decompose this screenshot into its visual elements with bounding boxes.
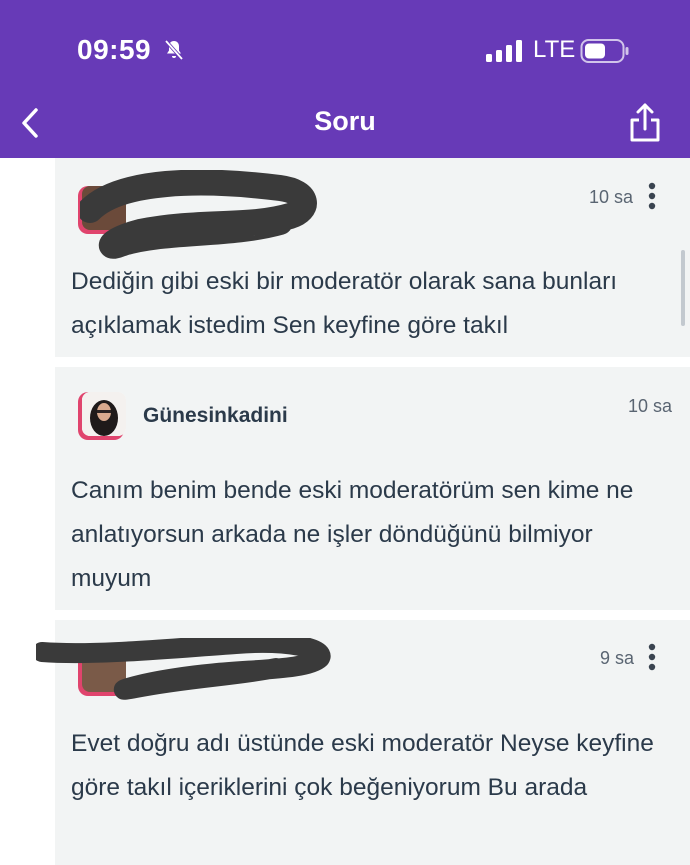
- network-label: LTE: [533, 36, 576, 63]
- avatar[interactable]: [78, 392, 126, 442]
- page-title: Soru: [314, 106, 376, 136]
- comment-card: Günesinkadini 10 sa Canım benim bende es…: [55, 367, 690, 610]
- comment-text: Dediğin gibi eski bir moderatör olarak s…: [71, 268, 618, 339]
- status-time: 09:59: [77, 34, 152, 65]
- comment-text: Canım benim bende eski moderatörüm sen k…: [71, 477, 634, 592]
- scrollbar[interactable]: [681, 250, 685, 326]
- bell-slash-icon: [164, 39, 184, 61]
- comment-time: 10 sa: [589, 187, 634, 207]
- app-header: 09:59 LTE Soru: [0, 0, 690, 158]
- redaction-scribble: [36, 638, 331, 700]
- share-icon[interactable]: [628, 102, 662, 142]
- battery-icon: [580, 39, 629, 63]
- comment-time: 10 sa: [628, 396, 673, 416]
- signal-icon: [486, 40, 522, 62]
- more-options-icon[interactable]: [647, 643, 657, 673]
- redaction-scribble: [80, 170, 317, 259]
- comment-time: 9 sa: [600, 648, 635, 668]
- username[interactable]: Günesinkadini: [143, 404, 288, 428]
- comment-feed[interactable]: 10 sa Dediğin gibi eski bir moderatör ol…: [0, 158, 690, 865]
- more-options-icon[interactable]: [647, 182, 657, 212]
- comment-text: Evet doğru adı üstünde eski moderatör Ne…: [71, 730, 654, 801]
